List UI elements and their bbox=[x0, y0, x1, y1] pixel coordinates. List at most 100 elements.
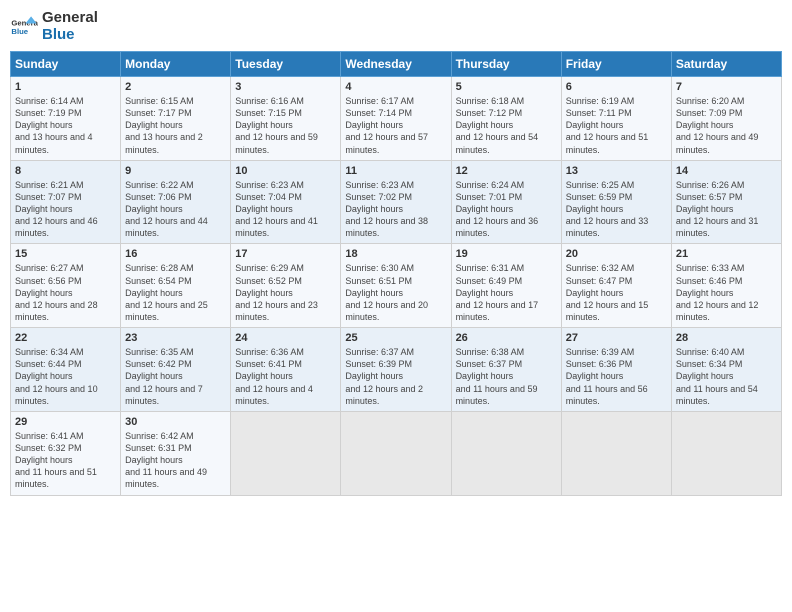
day-number: 14 bbox=[676, 165, 777, 177]
calendar-header-row: SundayMondayTuesdayWednesdayThursdayFrid… bbox=[11, 52, 782, 77]
day-number: 18 bbox=[345, 248, 446, 260]
calendar-cell bbox=[341, 411, 451, 495]
calendar-cell: 26 Sunrise: 6:38 AM Sunset: 6:37 PM Dayl… bbox=[451, 328, 561, 412]
cell-content: Sunrise: 6:39 AM Sunset: 6:36 PM Dayligh… bbox=[566, 346, 667, 407]
cell-content: Sunrise: 6:15 AM Sunset: 7:17 PM Dayligh… bbox=[125, 95, 226, 156]
day-number: 3 bbox=[235, 81, 336, 93]
cell-content: Sunrise: 6:18 AM Sunset: 7:12 PM Dayligh… bbox=[456, 95, 557, 156]
page-header: General Blue General Blue bbox=[10, 10, 782, 43]
logo-blue: Blue bbox=[42, 27, 98, 44]
cell-content: Sunrise: 6:35 AM Sunset: 6:42 PM Dayligh… bbox=[125, 346, 226, 407]
day-number: 28 bbox=[676, 332, 777, 344]
cell-content: Sunrise: 6:33 AM Sunset: 6:46 PM Dayligh… bbox=[676, 262, 777, 323]
calendar-cell: 2 Sunrise: 6:15 AM Sunset: 7:17 PM Dayli… bbox=[121, 77, 231, 161]
day-number: 5 bbox=[456, 81, 557, 93]
col-header-thursday: Thursday bbox=[451, 52, 561, 77]
day-number: 1 bbox=[15, 81, 116, 93]
calendar-cell: 28 Sunrise: 6:40 AM Sunset: 6:34 PM Dayl… bbox=[671, 328, 781, 412]
cell-content: Sunrise: 6:37 AM Sunset: 6:39 PM Dayligh… bbox=[345, 346, 446, 407]
calendar-table: SundayMondayTuesdayWednesdayThursdayFrid… bbox=[10, 51, 782, 496]
calendar-cell bbox=[231, 411, 341, 495]
calendar-cell: 17 Sunrise: 6:29 AM Sunset: 6:52 PM Dayl… bbox=[231, 244, 341, 328]
calendar-cell: 14 Sunrise: 6:26 AM Sunset: 6:57 PM Dayl… bbox=[671, 160, 781, 244]
calendar-cell: 30 Sunrise: 6:42 AM Sunset: 6:31 PM Dayl… bbox=[121, 411, 231, 495]
calendar-cell: 5 Sunrise: 6:18 AM Sunset: 7:12 PM Dayli… bbox=[451, 77, 561, 161]
cell-content: Sunrise: 6:36 AM Sunset: 6:41 PM Dayligh… bbox=[235, 346, 336, 407]
day-number: 10 bbox=[235, 165, 336, 177]
calendar-cell: 29 Sunrise: 6:41 AM Sunset: 6:32 PM Dayl… bbox=[11, 411, 121, 495]
cell-content: Sunrise: 6:38 AM Sunset: 6:37 PM Dayligh… bbox=[456, 346, 557, 407]
day-number: 30 bbox=[125, 416, 226, 428]
calendar-cell: 22 Sunrise: 6:34 AM Sunset: 6:44 PM Dayl… bbox=[11, 328, 121, 412]
col-header-friday: Friday bbox=[561, 52, 671, 77]
calendar-week-2: 8 Sunrise: 6:21 AM Sunset: 7:07 PM Dayli… bbox=[11, 160, 782, 244]
calendar-cell: 1 Sunrise: 6:14 AM Sunset: 7:19 PM Dayli… bbox=[11, 77, 121, 161]
cell-content: Sunrise: 6:32 AM Sunset: 6:47 PM Dayligh… bbox=[566, 262, 667, 323]
cell-content: Sunrise: 6:16 AM Sunset: 7:15 PM Dayligh… bbox=[235, 95, 336, 156]
day-number: 7 bbox=[676, 81, 777, 93]
cell-content: Sunrise: 6:21 AM Sunset: 7:07 PM Dayligh… bbox=[15, 179, 116, 240]
calendar-cell: 13 Sunrise: 6:25 AM Sunset: 6:59 PM Dayl… bbox=[561, 160, 671, 244]
calendar-cell: 12 Sunrise: 6:24 AM Sunset: 7:01 PM Dayl… bbox=[451, 160, 561, 244]
logo-general: General bbox=[42, 10, 98, 27]
day-number: 15 bbox=[15, 248, 116, 260]
cell-content: Sunrise: 6:42 AM Sunset: 6:31 PM Dayligh… bbox=[125, 430, 226, 491]
calendar-cell bbox=[671, 411, 781, 495]
cell-content: Sunrise: 6:24 AM Sunset: 7:01 PM Dayligh… bbox=[456, 179, 557, 240]
calendar-cell: 7 Sunrise: 6:20 AM Sunset: 7:09 PM Dayli… bbox=[671, 77, 781, 161]
cell-content: Sunrise: 6:25 AM Sunset: 6:59 PM Dayligh… bbox=[566, 179, 667, 240]
cell-content: Sunrise: 6:29 AM Sunset: 6:52 PM Dayligh… bbox=[235, 262, 336, 323]
calendar-cell: 3 Sunrise: 6:16 AM Sunset: 7:15 PM Dayli… bbox=[231, 77, 341, 161]
calendar-cell: 20 Sunrise: 6:32 AM Sunset: 6:47 PM Dayl… bbox=[561, 244, 671, 328]
day-number: 21 bbox=[676, 248, 777, 260]
col-header-tuesday: Tuesday bbox=[231, 52, 341, 77]
cell-content: Sunrise: 6:14 AM Sunset: 7:19 PM Dayligh… bbox=[15, 95, 116, 156]
cell-content: Sunrise: 6:17 AM Sunset: 7:14 PM Dayligh… bbox=[345, 95, 446, 156]
calendar-cell: 25 Sunrise: 6:37 AM Sunset: 6:39 PM Dayl… bbox=[341, 328, 451, 412]
logo: General Blue General Blue bbox=[10, 10, 98, 43]
calendar-cell: 18 Sunrise: 6:30 AM Sunset: 6:51 PM Dayl… bbox=[341, 244, 451, 328]
calendar-cell: 16 Sunrise: 6:28 AM Sunset: 6:54 PM Dayl… bbox=[121, 244, 231, 328]
cell-content: Sunrise: 6:28 AM Sunset: 6:54 PM Dayligh… bbox=[125, 262, 226, 323]
day-number: 19 bbox=[456, 248, 557, 260]
svg-text:Blue: Blue bbox=[11, 27, 28, 36]
cell-content: Sunrise: 6:23 AM Sunset: 7:04 PM Dayligh… bbox=[235, 179, 336, 240]
day-number: 8 bbox=[15, 165, 116, 177]
cell-content: Sunrise: 6:19 AM Sunset: 7:11 PM Dayligh… bbox=[566, 95, 667, 156]
col-header-monday: Monday bbox=[121, 52, 231, 77]
col-header-sunday: Sunday bbox=[11, 52, 121, 77]
day-number: 22 bbox=[15, 332, 116, 344]
calendar-cell: 27 Sunrise: 6:39 AM Sunset: 6:36 PM Dayl… bbox=[561, 328, 671, 412]
cell-content: Sunrise: 6:31 AM Sunset: 6:49 PM Dayligh… bbox=[456, 262, 557, 323]
day-number: 2 bbox=[125, 81, 226, 93]
cell-content: Sunrise: 6:41 AM Sunset: 6:32 PM Dayligh… bbox=[15, 430, 116, 491]
calendar-week-3: 15 Sunrise: 6:27 AM Sunset: 6:56 PM Dayl… bbox=[11, 244, 782, 328]
calendar-cell: 6 Sunrise: 6:19 AM Sunset: 7:11 PM Dayli… bbox=[561, 77, 671, 161]
calendar-cell: 9 Sunrise: 6:22 AM Sunset: 7:06 PM Dayli… bbox=[121, 160, 231, 244]
cell-content: Sunrise: 6:27 AM Sunset: 6:56 PM Dayligh… bbox=[15, 262, 116, 323]
calendar-cell: 23 Sunrise: 6:35 AM Sunset: 6:42 PM Dayl… bbox=[121, 328, 231, 412]
calendar-cell: 4 Sunrise: 6:17 AM Sunset: 7:14 PM Dayli… bbox=[341, 77, 451, 161]
cell-content: Sunrise: 6:40 AM Sunset: 6:34 PM Dayligh… bbox=[676, 346, 777, 407]
calendar-week-4: 22 Sunrise: 6:34 AM Sunset: 6:44 PM Dayl… bbox=[11, 328, 782, 412]
day-number: 29 bbox=[15, 416, 116, 428]
day-number: 6 bbox=[566, 81, 667, 93]
calendar-cell: 8 Sunrise: 6:21 AM Sunset: 7:07 PM Dayli… bbox=[11, 160, 121, 244]
day-number: 4 bbox=[345, 81, 446, 93]
day-number: 25 bbox=[345, 332, 446, 344]
day-number: 12 bbox=[456, 165, 557, 177]
day-number: 26 bbox=[456, 332, 557, 344]
col-header-saturday: Saturday bbox=[671, 52, 781, 77]
calendar-cell: 15 Sunrise: 6:27 AM Sunset: 6:56 PM Dayl… bbox=[11, 244, 121, 328]
calendar-cell bbox=[561, 411, 671, 495]
calendar-cell: 24 Sunrise: 6:36 AM Sunset: 6:41 PM Dayl… bbox=[231, 328, 341, 412]
day-number: 13 bbox=[566, 165, 667, 177]
cell-content: Sunrise: 6:30 AM Sunset: 6:51 PM Dayligh… bbox=[345, 262, 446, 323]
day-number: 17 bbox=[235, 248, 336, 260]
calendar-week-5: 29 Sunrise: 6:41 AM Sunset: 6:32 PM Dayl… bbox=[11, 411, 782, 495]
day-number: 9 bbox=[125, 165, 226, 177]
day-number: 11 bbox=[345, 165, 446, 177]
col-header-wednesday: Wednesday bbox=[341, 52, 451, 77]
calendar-cell: 11 Sunrise: 6:23 AM Sunset: 7:02 PM Dayl… bbox=[341, 160, 451, 244]
cell-content: Sunrise: 6:34 AM Sunset: 6:44 PM Dayligh… bbox=[15, 346, 116, 407]
